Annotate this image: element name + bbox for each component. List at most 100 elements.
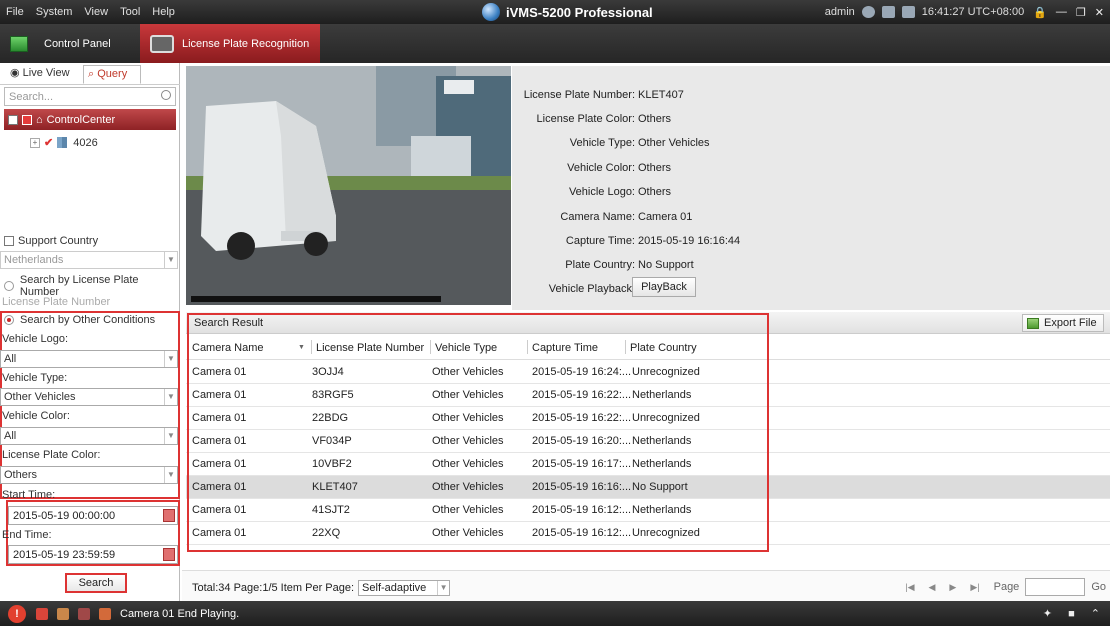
status-bar-right: ✦ ■ ⌃ (1027, 601, 1100, 626)
tab-control-panel-label: Control Panel (44, 37, 111, 50)
next-page-icon[interactable]: ▶ (949, 582, 956, 593)
results-highlight (187, 313, 769, 552)
status-message: Camera 01 End Playing. (120, 607, 240, 620)
plate-color-label: License Plate Color: (2, 449, 101, 461)
collapse-icon[interactable] (8, 114, 18, 125)
start-time-field[interactable]: 2015-05-19 00:00:00 (8, 506, 178, 525)
chevron-down-icon[interactable]: ▼ (164, 428, 177, 444)
expand-icon[interactable]: + (30, 137, 40, 148)
menu-view[interactable]: View (84, 6, 108, 18)
tree-node-label: ControlCenter (46, 113, 116, 126)
items-per-page-value: Self-adaptive (362, 582, 427, 594)
calendar-icon[interactable] (163, 509, 175, 522)
prev-page-icon[interactable]: ◀ (929, 582, 936, 593)
audio-icon[interactable] (57, 607, 69, 620)
globe-icon[interactable] (861, 6, 875, 18)
search-button[interactable]: Search (65, 573, 127, 593)
alarm-icon[interactable]: ! (8, 604, 26, 623)
page-number-input[interactable] (1025, 578, 1086, 596)
end-time-value: 2015-05-19 23:59:59 (13, 549, 116, 561)
building-icon (57, 137, 68, 148)
tree-search-placeholder: Search... (9, 91, 54, 103)
plate-detail-panel: License Plate Number: KLET407 License Pl… (512, 66, 1110, 310)
end-time-label: End Time: (2, 529, 52, 541)
user-name: admin (824, 6, 855, 18)
vehicle-color-value: All (4, 430, 17, 442)
plate-number-input[interactable]: License Plate Number (2, 296, 110, 308)
menu-system[interactable]: System (36, 6, 73, 18)
tab-query-label: Query (97, 68, 128, 80)
chevron-down-icon[interactable]: ▼ (164, 389, 177, 405)
go-button[interactable]: Go (1091, 581, 1106, 593)
vehicle-color-label: Vehicle Color: (2, 410, 70, 422)
pin-icon[interactable]: ✦ (1043, 607, 1052, 620)
country-select[interactable]: Netherlands ▼ (0, 251, 178, 269)
video-icon[interactable] (78, 607, 90, 620)
status-bar-left: ! Camera 01 End Playing. (8, 601, 239, 626)
tab-lpr-label: License Plate Recognition (182, 37, 310, 50)
expand-up-icon[interactable]: ⌃ (1091, 607, 1100, 620)
plate-color-select[interactable]: Others ▼ (0, 466, 178, 484)
user-alarm-icon[interactable] (99, 607, 111, 620)
search-by-other-option[interactable]: Search by Other Conditions (4, 314, 155, 326)
vehicle-logo-value: All (4, 353, 17, 365)
menu-help[interactable]: Help (152, 6, 175, 18)
items-per-page-select[interactable]: Self-adaptive ▼ (358, 580, 451, 596)
tab-license-plate-recognition[interactable]: License Plate Recognition (140, 24, 320, 63)
calendar-icon[interactable] (163, 548, 175, 561)
lock-icon[interactable]: 🔒 (1033, 6, 1047, 19)
title-bar-right: admin 16:41:27 UTC+08:00 🔒 — ❐ ✕ (818, 0, 1104, 24)
chevron-down-icon[interactable]: ▼ (164, 351, 177, 367)
tab-live-view-label: Live View (22, 67, 70, 79)
event-icon[interactable] (36, 607, 48, 620)
export-file-label: Export File (1044, 317, 1097, 329)
vehicle-type-value: Other Vehicles (4, 391, 76, 403)
search-icon[interactable] (161, 90, 171, 100)
chevron-down-icon[interactable]: ▼ (164, 252, 177, 268)
tab-control-panel[interactable]: Control Panel (0, 24, 140, 63)
menu-tool[interactable]: Tool (120, 6, 140, 18)
display-icon[interactable] (881, 6, 895, 18)
vehicle-type-select[interactable]: Other Vehicles ▼ (0, 388, 178, 406)
chevron-down-icon[interactable]: ▼ (437, 581, 449, 595)
query-search-icon: ⌕ (88, 68, 95, 80)
tree-search-input[interactable]: Search... (4, 87, 176, 106)
minimize-icon[interactable]: — (1056, 6, 1067, 18)
tab-query[interactable]: ⌕ Query (83, 65, 141, 84)
menu-bar: File System View Tool Help (6, 0, 187, 24)
last-page-icon[interactable]: ▶| (970, 582, 979, 593)
search-by-plate-label: Search by License Plate Number (19, 274, 139, 298)
search-by-other-radio[interactable] (4, 315, 14, 325)
left-panel: ◉ Live View ⌕ Query Search... ⌂ ControlC… (0, 63, 180, 601)
clock-text: 16:41:27 UTC+08:00 (921, 6, 1025, 18)
window-icon[interactable]: ■ (1068, 608, 1075, 620)
search-by-plate-option[interactable]: Search by License Plate Number (4, 274, 179, 298)
playback-button[interactable]: PlayBack (632, 277, 696, 297)
tab-live-view[interactable]: ◉ Live View (10, 66, 70, 79)
vehicle-color-select[interactable]: All ▼ (0, 427, 178, 445)
tree-checkbox[interactable] (22, 114, 32, 125)
chevron-down-icon[interactable]: ▼ (164, 467, 177, 483)
support-country-checkbox[interactable] (4, 236, 14, 246)
end-time-field[interactable]: 2015-05-19 23:59:59 (8, 545, 178, 564)
close-icon[interactable]: ✕ (1095, 6, 1104, 19)
menu-file[interactable]: File (6, 6, 24, 18)
support-country-row[interactable]: Support Country (4, 235, 98, 247)
app-title-text: iVMS-5200 Professional (506, 4, 653, 20)
result-footer: Total:34 Page:1/5 Item Per Page: Self-ad… (182, 570, 1110, 601)
vehicle-logo-select[interactable]: All ▼ (0, 350, 178, 368)
restore-icon[interactable]: ❐ (1076, 6, 1086, 19)
support-country-label: Support Country (18, 235, 99, 247)
tree-node-controlcenter[interactable]: ⌂ ControlCenter (4, 109, 176, 130)
left-panel-tabs: ◉ Live View ⌕ Query (0, 63, 180, 85)
app-logo-icon (482, 3, 500, 21)
tree-node-4026[interactable]: + ✔ 4026 (30, 136, 98, 149)
first-page-icon[interactable]: |◀ (905, 582, 914, 593)
country-select-value: Netherlands (4, 254, 64, 266)
pager: |◀ ◀ ▶ ▶| Page Go (905, 578, 1106, 596)
search-by-plate-radio[interactable] (4, 281, 14, 291)
plate-color-value: Others (4, 469, 38, 481)
capture-scene (186, 66, 511, 305)
export-file-button[interactable]: Export File (1022, 314, 1104, 332)
checkmark-icon[interactable]: ✔ (44, 136, 53, 149)
